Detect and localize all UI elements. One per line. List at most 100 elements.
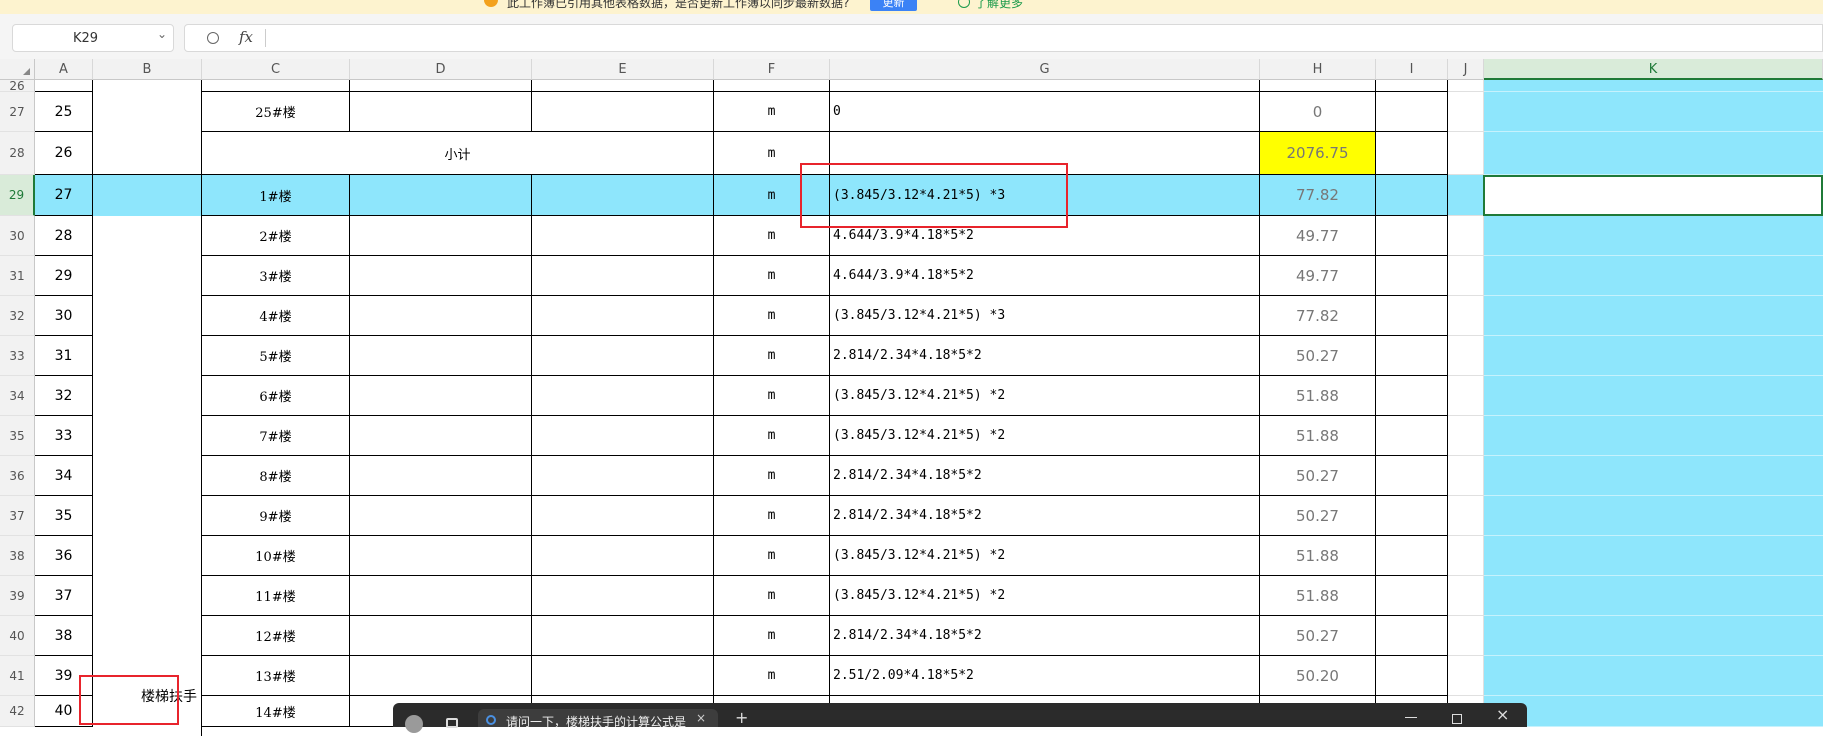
cell-k[interactable] (1484, 576, 1823, 616)
new-tab-icon[interactable]: + (735, 708, 748, 727)
cell-c[interactable]: 5#楼 (202, 336, 350, 376)
col-header-h[interactable]: H (1260, 59, 1376, 80)
cell-k[interactable] (1484, 496, 1823, 536)
cell-a[interactable]: 32 (35, 376, 93, 416)
cell-d[interactable] (350, 256, 532, 296)
cell-h[interactable]: 50.27 (1260, 496, 1376, 536)
cell-c[interactable]: 12#楼 (202, 616, 350, 656)
cell-f[interactable]: m (714, 376, 830, 416)
row-header-40[interactable]: 40 (0, 616, 35, 656)
cell-b[interactable] (93, 576, 202, 616)
row-header-31[interactable]: 31 (0, 256, 35, 296)
cell-k[interactable] (1484, 376, 1823, 416)
maximize-icon[interactable] (1452, 714, 1462, 724)
cell-a[interactable]: 29 (35, 256, 93, 296)
subtotal-total-cell[interactable]: 2076.75 (1260, 132, 1376, 175)
browser-tab[interactable]: 请问一下，楼梯扶手的计算公式是 × (478, 709, 718, 729)
row-header-29[interactable]: 29 (0, 175, 35, 216)
row-header-30[interactable]: 30 (0, 216, 35, 256)
cell-j[interactable] (1448, 616, 1484, 656)
cell[interactable] (1484, 80, 1823, 92)
app-icon[interactable] (405, 715, 423, 733)
col-header-e[interactable]: E (532, 59, 714, 80)
cell-f[interactable]: m (714, 456, 830, 496)
zoom-icon[interactable] (207, 32, 219, 44)
cell-f[interactable]: m (714, 616, 830, 656)
cell-h[interactable]: 49.77 (1260, 216, 1376, 256)
cell-e[interactable] (532, 656, 714, 696)
cell-i[interactable] (1376, 376, 1448, 416)
cell-e[interactable] (532, 576, 714, 616)
row-header-37[interactable]: 37 (0, 496, 35, 536)
cell-j[interactable] (1448, 336, 1484, 376)
cell-d[interactable] (350, 656, 532, 696)
cell-c[interactable]: 3#楼 (202, 256, 350, 296)
cell-k[interactable] (1484, 416, 1823, 456)
cell-f[interactable]: m (714, 656, 830, 696)
cell-d[interactable] (350, 456, 532, 496)
cell[interactable] (1448, 80, 1484, 92)
cell-e[interactable] (532, 456, 714, 496)
cell-e[interactable] (532, 616, 714, 656)
chevron-down-icon[interactable]: ⌄ (157, 27, 167, 41)
cell-j[interactable] (1448, 656, 1484, 696)
cell-d[interactable] (350, 616, 532, 656)
cell-f[interactable]: m (714, 536, 830, 576)
cell-c[interactable]: 9#楼 (202, 496, 350, 536)
row-header-41[interactable]: 41 (0, 656, 35, 696)
cell-e[interactable] (532, 175, 714, 216)
cell-g[interactable]: (3.845/3.12*4.21*5) *2 (830, 536, 1260, 576)
cell-a[interactable]: 27 (35, 175, 93, 216)
cell[interactable] (532, 80, 714, 92)
cell-c[interactable]: 13#楼 (202, 656, 350, 696)
cell-k[interactable] (1484, 336, 1823, 376)
cell-c[interactable]: 2#楼 (202, 216, 350, 256)
cell-f[interactable]: m (714, 296, 830, 336)
cell-c[interactable]: 1#楼 (202, 175, 350, 216)
fx-icon[interactable]: fx (239, 28, 253, 46)
cell-d[interactable] (350, 175, 532, 216)
row-header-28[interactable]: 28 (0, 132, 35, 175)
cell-i[interactable] (1376, 616, 1448, 656)
cell-g[interactable]: (3.845/3.12*4.21*5) *2 (830, 576, 1260, 616)
cell-e[interactable] (532, 296, 714, 336)
cell-i[interactable] (1376, 92, 1448, 132)
cell-c[interactable]: 7#楼 (202, 416, 350, 456)
cell-b[interactable] (93, 536, 202, 576)
cell-h[interactable]: 77.82 (1260, 175, 1376, 216)
minimize-icon[interactable] (1405, 717, 1417, 718)
subtotal-cell[interactable]: 小计 (202, 132, 714, 175)
cell-d[interactable] (350, 216, 532, 256)
cell-k[interactable] (1484, 92, 1823, 132)
cell-h[interactable]: 50.27 (1260, 456, 1376, 496)
col-header-j[interactable]: J (1448, 59, 1484, 80)
col-header-d[interactable]: D (350, 59, 532, 80)
window-close-icon[interactable]: × (1496, 705, 1509, 724)
cell-h[interactable]: 50.27 (1260, 616, 1376, 656)
cell-e[interactable] (532, 256, 714, 296)
cell[interactable] (202, 80, 350, 92)
cell-g[interactable]: (3.845/3.12*4.21*5) *2 (830, 416, 1260, 456)
row-header-35[interactable]: 35 (0, 416, 35, 456)
cell-h[interactable]: 77.82 (1260, 296, 1376, 336)
cell-k[interactable] (1484, 132, 1823, 175)
cell-j[interactable] (1448, 216, 1484, 256)
cell-h[interactable]: 50.27 (1260, 336, 1376, 376)
col-header-c[interactable]: C (202, 59, 350, 80)
name-box[interactable]: K29 ⌄ (12, 24, 174, 52)
row-header-42[interactable]: 42 (0, 696, 35, 727)
cell-f[interactable]: m (714, 256, 830, 296)
cell-j[interactable] (1448, 496, 1484, 536)
cell-k[interactable] (1484, 696, 1823, 727)
cell-j[interactable] (1448, 576, 1484, 616)
cell-b[interactable] (93, 92, 202, 132)
cell-f[interactable]: m (714, 496, 830, 536)
update-button[interactable]: 更新 (870, 0, 917, 11)
cell-b[interactable] (93, 616, 202, 656)
row-header-39[interactable]: 39 (0, 576, 35, 616)
cell-a[interactable]: 37 (35, 576, 93, 616)
col-header-a[interactable]: A (35, 59, 93, 80)
cell-a[interactable]: 25 (35, 92, 93, 132)
cell-e[interactable] (532, 496, 714, 536)
cell-a[interactable]: 31 (35, 336, 93, 376)
